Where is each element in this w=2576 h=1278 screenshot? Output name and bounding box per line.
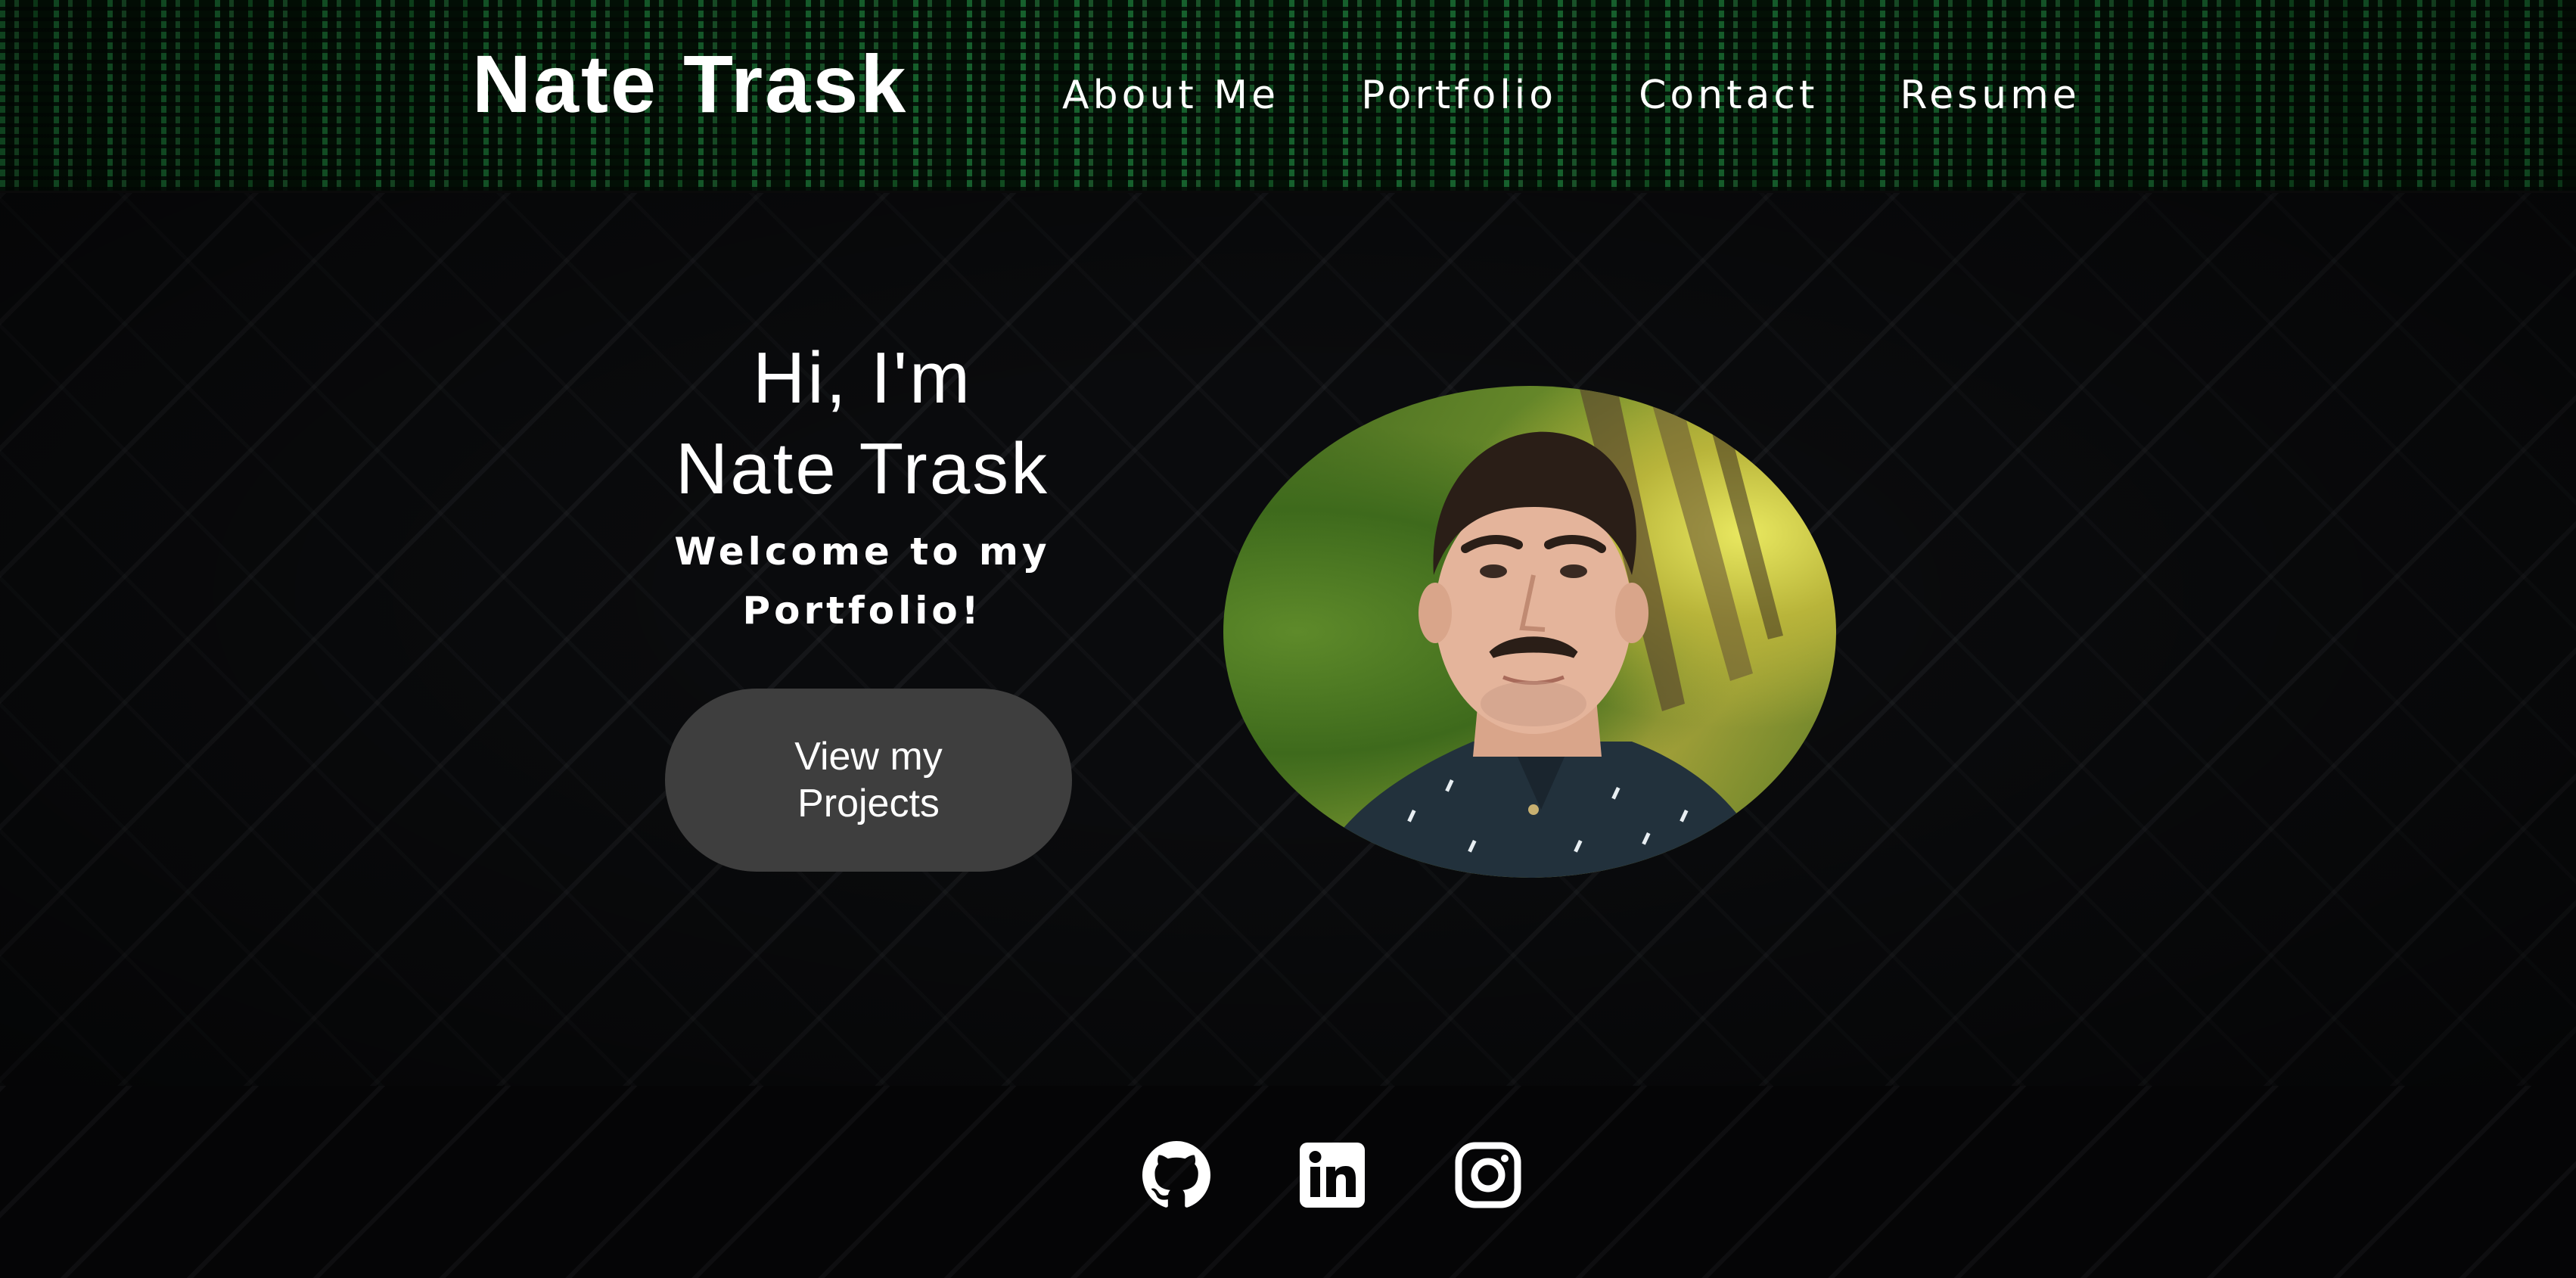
- nav-about-me[interactable]: About Me: [1062, 73, 1279, 118]
- greeting-line-2: Nate Trask: [675, 428, 1050, 509]
- nav-resume[interactable]: Resume: [1900, 73, 2080, 118]
- hero-text: Hi, I'm Nate Trask Welcome to my Portfol…: [635, 333, 1089, 640]
- site-header: Nate Trask About Me Portfolio Contact Re…: [0, 0, 2576, 193]
- nav-portfolio[interactable]: Portfolio: [1361, 73, 1557, 118]
- github-icon[interactable]: [1142, 1141, 1210, 1209]
- site-brand[interactable]: Nate Trask: [472, 36, 908, 131]
- social-links: [1142, 1141, 1522, 1209]
- view-projects-button[interactable]: View my Projects: [665, 689, 1072, 872]
- greeting-line-1: Hi, I'm: [753, 337, 972, 418]
- linkedin-icon[interactable]: [1298, 1141, 1366, 1209]
- instagram-icon[interactable]: [1454, 1141, 1522, 1209]
- hero-greeting: Hi, I'm Nate Trask: [635, 333, 1089, 515]
- welcome-text: Welcome to my Portfolio!: [674, 530, 1051, 633]
- main-nav: About Me Portfolio Contact Resume: [1062, 73, 2162, 118]
- nav-contact[interactable]: Contact: [1639, 73, 1818, 118]
- portrait-illustration: [1314, 386, 1783, 878]
- portrait-photo: [1223, 386, 1836, 878]
